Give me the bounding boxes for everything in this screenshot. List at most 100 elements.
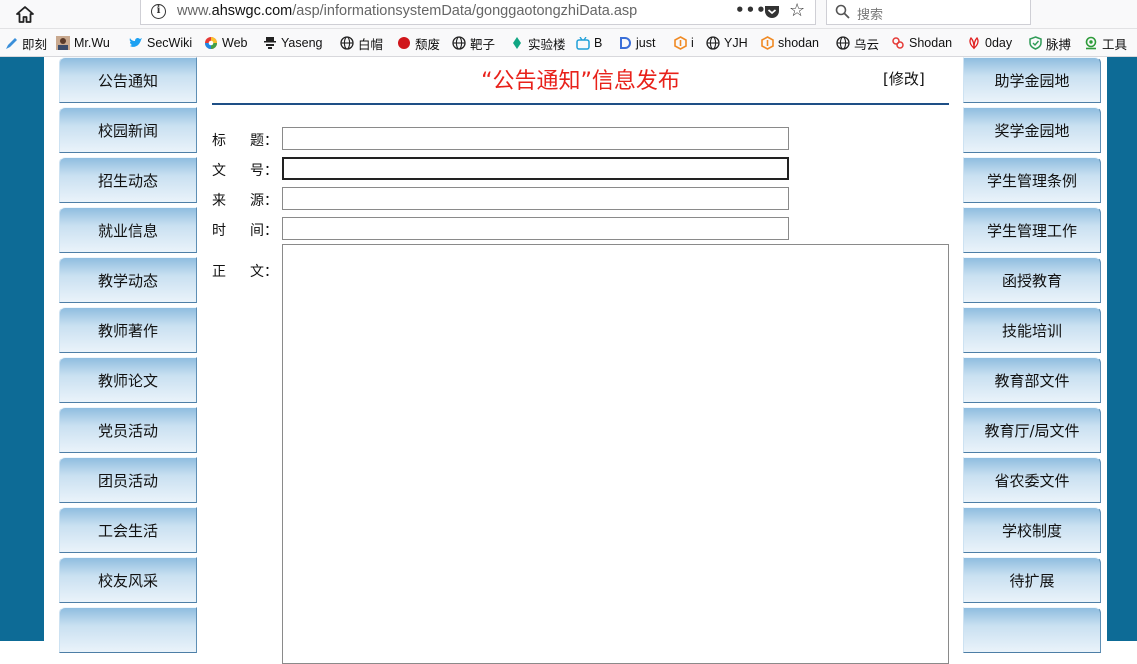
avatar-icon [56,36,70,50]
shield-icon [1028,36,1042,50]
label-char: 源： [250,193,278,209]
search-bar[interactable]: 搜索 [826,0,1031,25]
right-nav-item[interactable]: 学校制度 [963,507,1101,553]
bookmark-label: 0day [985,36,1013,50]
site-info-icon[interactable]: i [151,4,166,19]
bookmark-label: Mr.Wu [74,36,110,50]
bookmark-item[interactable]: 乌云 [836,34,879,52]
bookmark-star-icon[interactable]: ☆ [789,1,805,21]
right-nav-item[interactable]: 待扩展 [963,557,1101,603]
bookmark-item[interactable]: YJH [706,34,748,52]
bookmark-item[interactable]: 脉搏 [1028,34,1071,52]
left-nav-item[interactable]: 工会生活 [59,507,197,553]
source-input[interactable] [282,187,789,210]
bookmark-item[interactable]: just [618,34,655,52]
time-input[interactable] [282,217,789,240]
right-nav-item[interactable]: 学生管理条例 [963,157,1101,203]
label-char: 号： [250,163,278,179]
bookmark-item[interactable]: 靶子 [452,34,495,52]
bookmark-label: Yaseng [281,36,323,50]
field-label-time: 时 间： [212,220,278,240]
body-textarea[interactable] [282,244,949,664]
left-nav-item[interactable]: 教师著作 [59,307,197,353]
bookmark-item[interactable]: 白帽 [340,34,383,52]
bookmark-label: 靶子 [470,37,496,52]
bookmark-label: i [691,36,694,50]
bookmark-label: SecWiki [147,36,193,50]
twitter-bird-icon [129,36,143,50]
page-background: 公告通知 校园新闻 招生动态 就业信息 教学动态 教师著作 教师论文 党员活动 团员活动 工会生活… [0,57,1137,664]
right-nav-item[interactable]: 函授教育 [963,257,1101,303]
globe-icon [706,36,720,50]
left-nav-item[interactable]: 招生动态 [59,157,197,203]
bookmark-item[interactable]: i [673,34,694,52]
bookmark-label: 白帽 [358,37,384,52]
right-nav-item[interactable]: 助学金园地 [963,57,1101,103]
bookmark-item[interactable]: 0day [967,34,1012,52]
leaf-icon [510,36,524,50]
globe-icon [836,36,850,50]
left-nav-item[interactable]: 团员活动 [59,457,197,503]
right-nav-item[interactable] [963,607,1101,653]
page-title: “公告通知”信息发布 [481,69,680,94]
bookmark-label: 乌云 [854,37,880,52]
globe-icon [340,36,354,50]
edit-link[interactable]: [修改] [883,68,925,89]
label-char: 文： [250,264,278,280]
bookmark-label: 工具 [1102,37,1128,52]
bookmark-item[interactable]: B [576,34,602,52]
title-divider [212,103,949,105]
bookmark-item[interactable]: SecWiki [129,34,192,52]
red-dot-icon [397,36,411,50]
d-icon [618,36,632,50]
label-char: 时 [212,223,226,239]
search-placeholder: 搜索 [857,8,884,23]
home-icon[interactable] [14,3,36,25]
right-nav-item[interactable]: 学生管理工作 [963,207,1101,253]
bookmark-item[interactable]: 即刻 [4,34,47,52]
left-nav-item[interactable]: 教师论文 [59,357,197,403]
field-label-source: 来 源： [212,190,278,210]
bookmark-item[interactable]: 实验楼 [510,34,566,52]
right-nav-item[interactable]: 教育厅/局文件 [963,407,1101,453]
bookmark-item[interactable]: Shodan [891,34,952,52]
title-input[interactable] [282,127,789,150]
right-nav-item[interactable]: 技能培训 [963,307,1101,353]
url-text[interactable]: www.ahswgc.com/asp/informationsystemData… [177,3,637,19]
page-actions-more-icon[interactable]: ••• [735,1,767,19]
bookmark-item[interactable]: Yaseng [263,34,322,52]
pocket-icon[interactable] [764,4,780,19]
field-label-title: 标 题： [212,130,278,150]
huawei-icon [967,36,981,50]
label-char: 间： [250,223,278,239]
right-nav-item[interactable]: 省农委文件 [963,457,1101,503]
right-nav-item[interactable]: 教育部文件 [963,357,1101,403]
hat-man-icon [263,36,277,50]
bookmark-item[interactable]: Mr.Wu [56,34,110,52]
left-nav-item[interactable]: 党员活动 [59,407,197,453]
left-nav-item[interactable]: 校友风采 [59,557,197,603]
bookmark-label: 脉搏 [1046,37,1072,52]
left-nav-item[interactable]: 公告通知 [59,57,197,103]
url-path: /asp/informationsystemData/gonggaotongzh… [292,3,638,19]
bookmark-label: 实验楼 [528,37,566,52]
field-label-body: 正 文： [212,261,278,281]
bookmark-item[interactable]: 颓废 [397,34,440,52]
bookmark-item[interactable]: shodan [760,34,819,52]
bookmark-item[interactable]: Web [204,34,247,52]
pen-icon [4,36,18,50]
left-nav-item[interactable] [59,607,197,653]
left-nav-item[interactable]: 校园新闻 [59,107,197,153]
right-nav-item[interactable]: 奖学金园地 [963,107,1101,153]
address-bar[interactable]: i www.ahswgc.com/asp/informationsystemDa… [140,0,816,25]
swirl-icon [1084,36,1098,50]
left-nav-item[interactable]: 教学动态 [59,257,197,303]
rings-icon [891,36,905,50]
bookmark-label: Web [222,36,248,50]
label-char: 题： [250,133,278,149]
bookmark-item[interactable]: 工具 [1084,34,1127,52]
left-nav-item[interactable]: 就业信息 [59,207,197,253]
doc-number-input[interactable] [282,157,789,180]
globe-icon [452,36,466,50]
bookmark-label: YJH [724,36,748,50]
